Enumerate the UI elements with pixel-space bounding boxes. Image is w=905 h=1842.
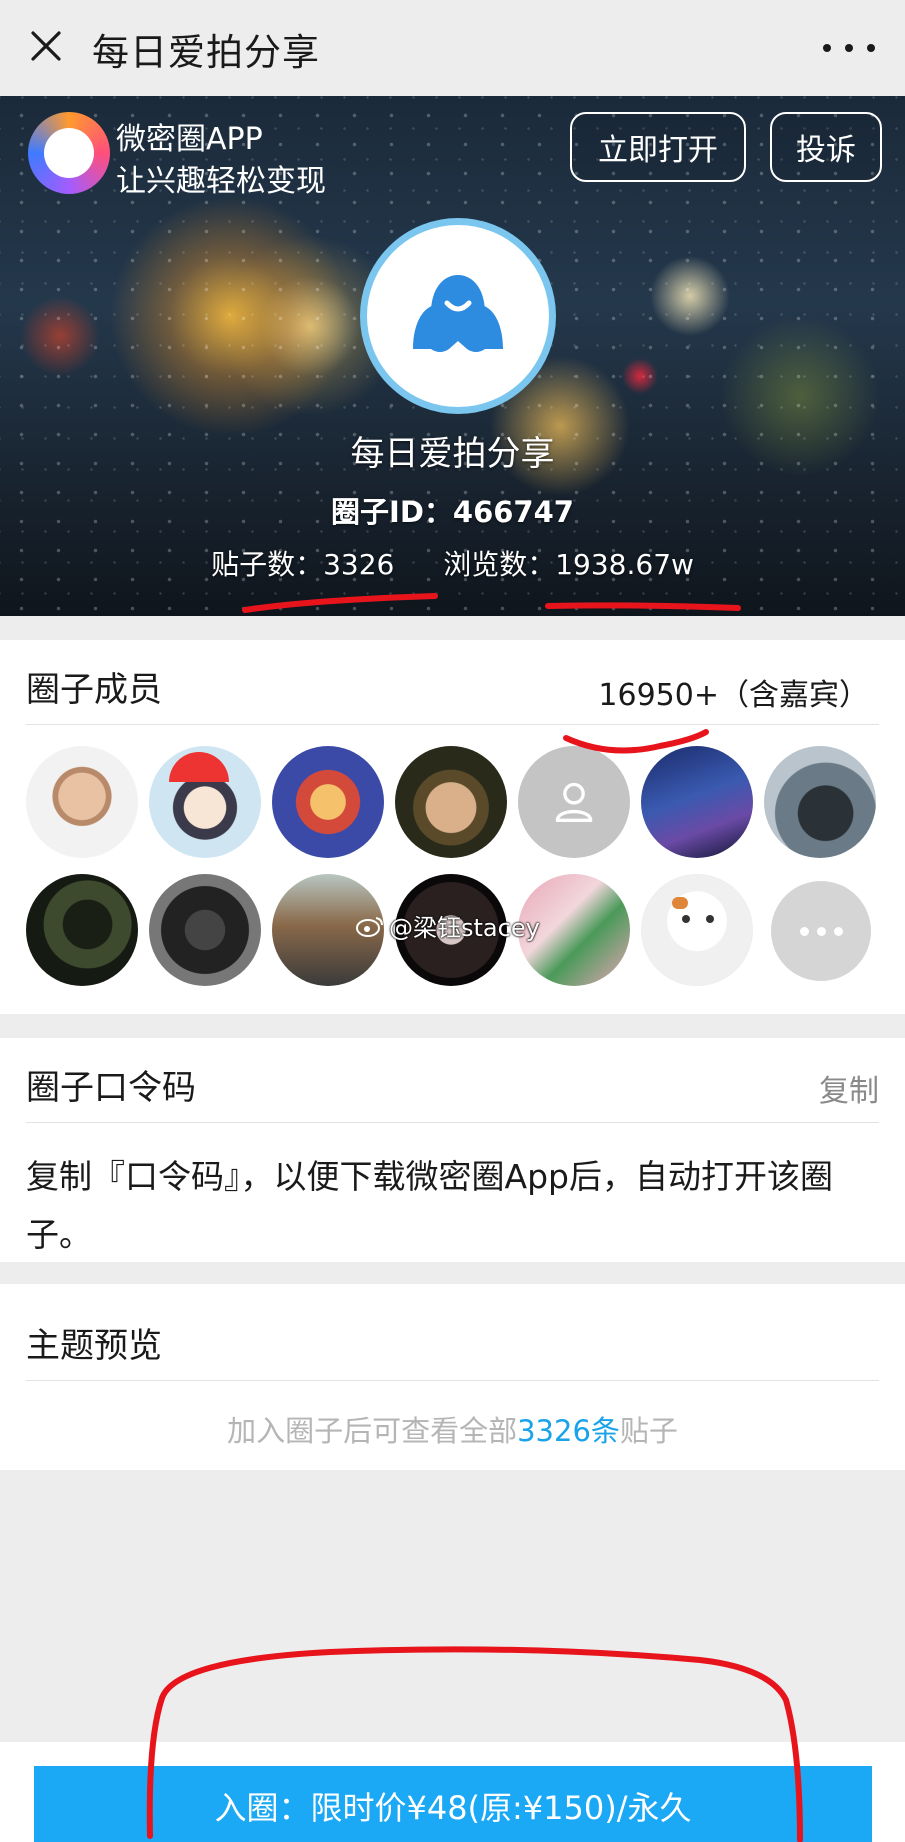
report-button[interactable]: 投诉 <box>770 112 882 182</box>
divider <box>26 724 879 725</box>
group-code-description: 复制『口令码』，以便下载微密圈App后，自动打开该圈子。 <box>26 1157 833 1254</box>
watermark: @梁钰stacey <box>355 908 540 943</box>
watermark-text: @梁钰stacey <box>389 914 540 942</box>
member-avatar-default[interactable] <box>518 746 630 858</box>
group-avatar <box>360 218 556 414</box>
more-members-button[interactable] <box>771 881 871 981</box>
group-stats: 贴子数：3326 浏览数：1938.67w <box>0 543 905 583</box>
member-count[interactable]: 16950+（含嘉宾） <box>598 670 869 714</box>
app-logo-icon <box>28 112 110 194</box>
member-avatar-8[interactable] <box>26 874 138 986</box>
post-total-highlight: 3326条 <box>517 1414 620 1448</box>
group-hero-banner: 微密圈APP 让兴趣轻松变现 立即打开 投诉 每日爱拍分享 圈子ID：46674… <box>0 96 905 616</box>
hint-prefix: 加入圈子后可查看全部 <box>227 1414 518 1448</box>
more-horizontal-icon[interactable] <box>823 30 875 66</box>
user-icon <box>555 782 593 822</box>
member-avatar-3[interactable] <box>272 746 384 858</box>
divider <box>26 1380 879 1381</box>
member-avatar-6[interactable] <box>641 746 753 858</box>
copy-button[interactable]: 复制 <box>819 1066 879 1110</box>
members-section: 圈子成员 16950+（含嘉宾） @梁钰stacey <box>0 640 905 1014</box>
members-title: 圈子成员 <box>26 670 162 710</box>
top-bar: 每日爱拍分享 <box>0 0 905 96</box>
topic-preview-section: 主题预览 加入圈子后可查看全部3326条贴子 <box>0 1284 905 1470</box>
member-avatar-7[interactable] <box>764 746 876 858</box>
topic-preview-title: 主题预览 <box>26 1326 162 1366</box>
member-avatar-2[interactable] <box>149 746 261 858</box>
app-name: 微密圈APP <box>116 122 263 157</box>
member-avatar-13[interactable] <box>641 874 753 986</box>
group-name: 每日爱拍分享 <box>350 434 555 474</box>
member-avatar-4[interactable] <box>395 746 507 858</box>
open-app-button[interactable]: 立即打开 <box>570 112 746 182</box>
weibo-icon <box>356 916 383 937</box>
bottom-bar: 入圈：限时价¥48(原:¥150)/永久 <box>0 1742 905 1842</box>
post-count: 贴子数：3326 <box>211 548 395 581</box>
group-code-section: 圈子口令码 复制 复制『口令码』，以便下载微密圈App后，自动打开该圈子。 <box>0 1038 905 1262</box>
hint-suffix: 贴子 <box>619 1414 678 1448</box>
close-icon[interactable] <box>26 26 66 66</box>
view-count: 浏览数：1938.67w <box>443 548 694 581</box>
app-slogan: 让兴趣轻松变现 <box>116 164 326 199</box>
group-people-icon <box>413 275 503 352</box>
join-group-button[interactable]: 入圈：限时价¥48(原:¥150)/永久 <box>34 1766 872 1842</box>
member-avatar-9[interactable] <box>149 874 261 986</box>
topic-preview-hint: 加入圈子后可查看全部3326条贴子 <box>0 1408 905 1450</box>
member-avatar-1[interactable] <box>26 746 138 858</box>
page-title: 每日爱拍分享 <box>92 31 320 74</box>
group-id: 圈子ID：466747 <box>331 495 574 529</box>
group-code-title: 圈子口令码 <box>26 1068 196 1108</box>
divider <box>26 1122 879 1123</box>
